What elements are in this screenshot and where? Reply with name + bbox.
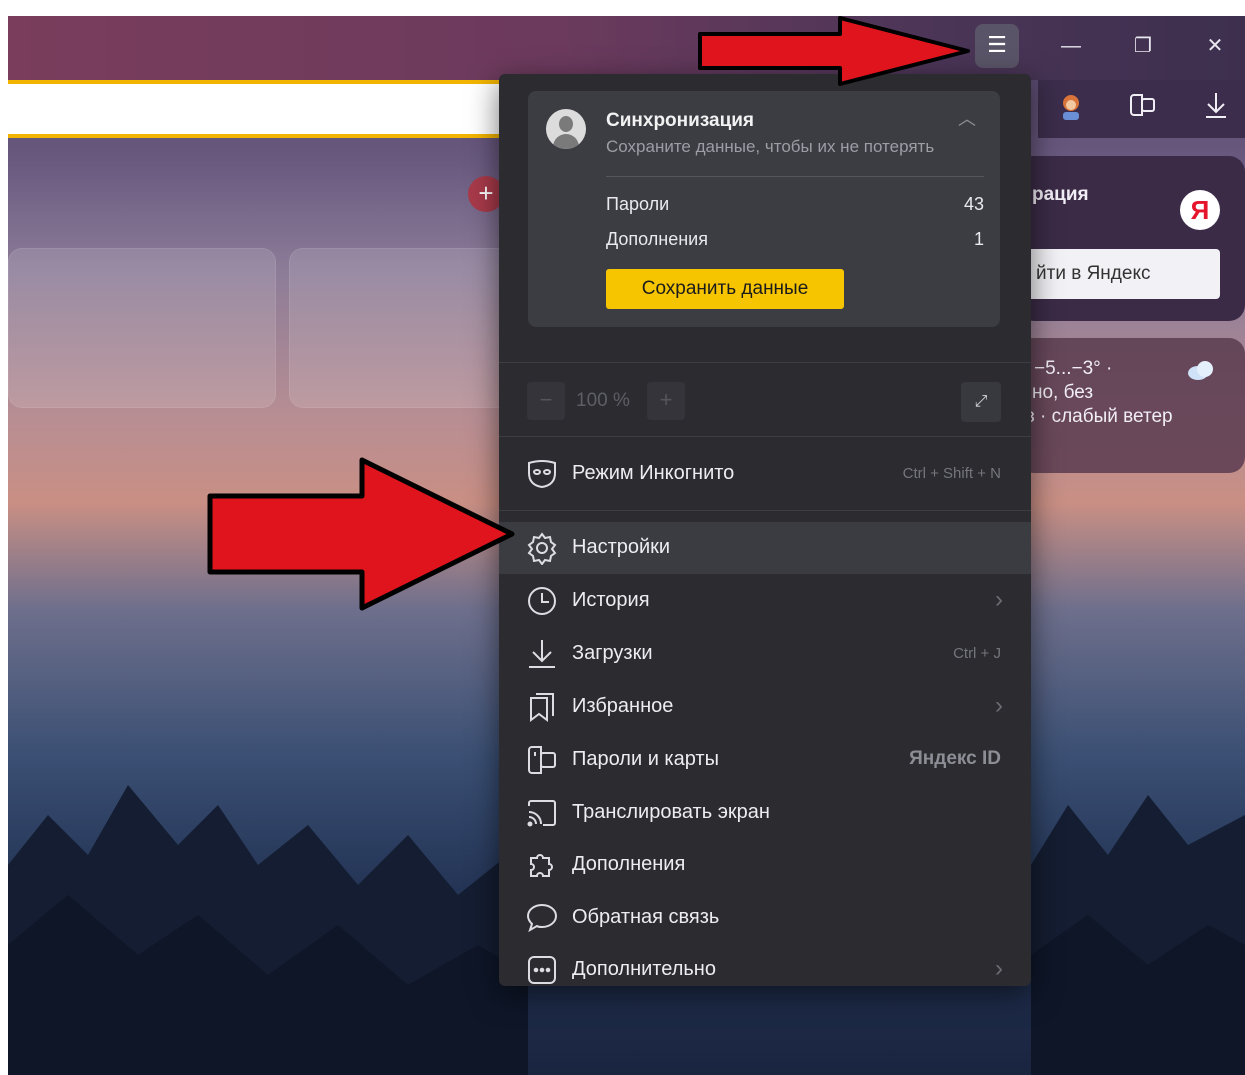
shortcut-hint: Ctrl + J — [953, 645, 1001, 662]
cast-icon — [525, 796, 559, 830]
minimize-icon[interactable]: — — [1049, 24, 1093, 68]
speed-dial-tile[interactable] — [289, 248, 521, 408]
menu-item-label: Дополнительно — [572, 958, 716, 980]
chevron-right-icon: › — [995, 955, 1003, 982]
menu-item-label: Обратная связь — [572, 906, 720, 928]
download-icon[interactable] — [1198, 90, 1234, 126]
yandex-login-button[interactable]: йти в Яндекс — [1018, 249, 1220, 299]
sync-row-label: Пароли — [606, 194, 670, 214]
menu-item-label: Загрузки — [572, 642, 653, 664]
download-icon — [525, 637, 559, 671]
menu-item-incognito[interactable]: Режим Инкогнито Ctrl + Shift + N — [499, 448, 1031, 500]
menu-item-feedback[interactable]: Обратная связь — [499, 892, 1031, 944]
menu-item-label: Режим Инкогнито — [572, 462, 735, 484]
avatar-character-icon[interactable] — [1053, 90, 1089, 126]
more-dots-icon — [525, 953, 559, 987]
menu-item-label: История — [572, 589, 650, 611]
sync-card: Синхронизация Сохраните данные, чтобы их… — [528, 91, 1000, 327]
passwords-cards-icon — [525, 743, 559, 777]
gear-icon — [525, 531, 559, 566]
weather-wind: з · слабый ветер — [1026, 406, 1173, 427]
weather-condition: но, без — [1032, 382, 1094, 403]
zoom-level: 100 % — [576, 390, 630, 411]
menu-item-history[interactable]: История › — [499, 575, 1031, 627]
chevron-right-icon: › — [995, 586, 1003, 613]
close-icon[interactable]: ✕ — [1193, 24, 1237, 68]
browser-window: + ☰ — ❐ ✕ рация Я йти в Яндекс −5...−3° … — [8, 16, 1245, 1075]
cloud-icon — [1186, 359, 1216, 386]
sync-row-value: 1 — [973, 229, 984, 249]
profile-card-title: рация — [1032, 184, 1089, 205]
menu-item-label: Избранное — [572, 695, 674, 717]
zoom-out-button[interactable]: − — [527, 382, 565, 420]
zoom-in-button[interactable]: + — [647, 382, 685, 420]
menu-item-bookmarks[interactable]: Избранное › — [499, 681, 1031, 733]
sync-row-extensions: Дополнения 1 — [606, 229, 984, 250]
divider — [499, 436, 1031, 437]
passwords-icon[interactable] — [1125, 90, 1161, 126]
sync-row-value: 43 — [963, 194, 984, 214]
avatar — [546, 109, 586, 149]
hamburger-menu-button[interactable]: ☰ — [975, 24, 1019, 68]
menu-item-downloads[interactable]: Загрузки Ctrl + J — [499, 628, 1031, 680]
yandex-id-badge: Яндекс ID — [909, 748, 1001, 769]
shortcut-hint: Ctrl + Shift + N — [902, 465, 1001, 482]
annotation-arrow-menu — [698, 16, 970, 86]
divider — [499, 510, 1031, 511]
puzzle-icon — [525, 848, 559, 882]
bookmarks-icon — [525, 690, 559, 724]
save-data-button[interactable]: Сохранить данные — [606, 269, 844, 309]
sync-title: Синхронизация — [606, 110, 755, 131]
menu-item-label: Транслировать экран — [572, 801, 770, 823]
menu-item-settings[interactable]: Настройки — [499, 522, 1031, 574]
browser-main-menu: Синхронизация Сохраните данные, чтобы их… — [499, 74, 1031, 986]
sync-subtitle: Сохраните данные, чтобы их не потерять — [606, 137, 935, 156]
sync-row-passwords: Пароли 43 — [606, 194, 984, 215]
sync-row-label: Дополнения — [606, 229, 708, 249]
zoom-controls: − 100 % + ⤢ — [499, 364, 1031, 434]
annotation-arrow-settings — [207, 457, 515, 611]
menu-item-label: Настройки — [572, 536, 671, 558]
clock-icon — [525, 584, 559, 618]
divider — [606, 176, 984, 177]
menu-item-more[interactable]: Дополнительно › — [499, 944, 1031, 996]
address-bar[interactable] — [8, 80, 528, 138]
divider — [499, 362, 1031, 363]
fullscreen-icon[interactable]: ⤢ — [961, 382, 1001, 422]
speed-dial-tile[interactable] — [8, 248, 276, 408]
menu-item-passwords-cards[interactable]: Пароли и карты Яндекс ID — [499, 734, 1031, 786]
restore-icon[interactable]: ❐ — [1121, 24, 1165, 68]
incognito-mask-icon — [525, 457, 559, 491]
chevron-up-icon[interactable]: ︿ — [958, 105, 976, 131]
speech-bubble-icon — [525, 901, 559, 935]
chevron-right-icon: › — [995, 692, 1003, 719]
menu-item-extensions[interactable]: Дополнения — [499, 839, 1031, 891]
menu-item-cast[interactable]: Транслировать экран — [499, 787, 1031, 839]
yandex-logo: Я — [1180, 190, 1220, 230]
menu-item-label: Пароли и карты — [572, 748, 719, 770]
menu-item-label: Дополнения — [572, 853, 686, 875]
weather-temp: −5...−3° · — [1034, 358, 1113, 379]
